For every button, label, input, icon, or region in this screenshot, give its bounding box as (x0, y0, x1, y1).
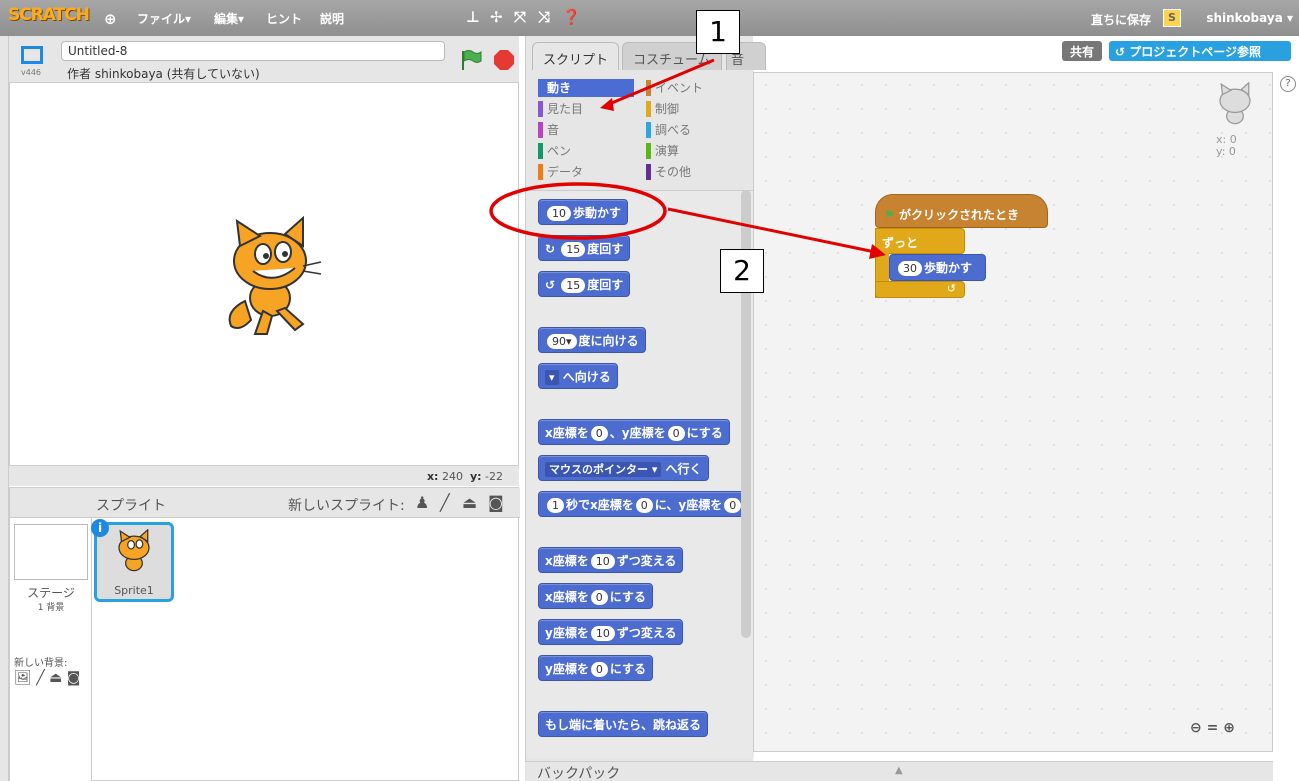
stage-canvas[interactable] (9, 82, 519, 466)
block-change-y[interactable]: y座標を 10 ずつ変える (538, 619, 684, 645)
backpack-bar[interactable]: バックパック ▲ (525, 761, 1273, 781)
scratch-logo[interactable]: SCRATCH (8, 5, 90, 25)
cat-thumb-icon (118, 529, 150, 572)
camera-sprite-icon[interactable]: ◙ (488, 493, 504, 512)
save-now-button[interactable]: 直ちに保存 (1091, 11, 1151, 28)
project-page-icon: ↺ (1115, 45, 1130, 59)
sprites-title: スプライト (96, 498, 166, 514)
annotation-2: 2 (720, 249, 764, 293)
username-menu[interactable]: shinkobaya ▾ (1206, 11, 1293, 25)
block-move-steps-script[interactable]: 30 歩動かす (889, 254, 986, 281)
category-events[interactable]: イベント (646, 79, 742, 97)
coord-x: 240 (441, 470, 463, 483)
block-goto-xy[interactable]: x座標を 0 、y座標を 0 にする (538, 419, 730, 445)
shrink-icon[interactable]: ⤨ (538, 8, 550, 26)
category-sensing[interactable]: 調べる (646, 121, 742, 139)
loop-arrow-icon: ↺ (875, 281, 965, 298)
duplicate-icon[interactable]: ⊥ (466, 8, 480, 26)
new-backdrop-label: 新しい背景: (14, 658, 68, 669)
sprite-position: x: 0 y: 0 (1216, 133, 1237, 158)
menubar: SCRATCH ⊕ ファイル▾ 編集▾ ヒント 説明 ⊥ ✢ ⤧ ⤨ ❓ 直ちに… (0, 0, 1299, 36)
current-sprite-icon (1219, 82, 1251, 125)
block-change-x[interactable]: x座標を 10 ずつ変える (538, 547, 684, 573)
paint-sprite-icon[interactable]: ╱ (440, 493, 450, 512)
left-edge (0, 36, 9, 781)
project-page-button[interactable]: ↺ プロジェクトページ参照 (1109, 41, 1291, 61)
menu-about[interactable]: 説明 (320, 10, 344, 27)
category-looks[interactable]: 見た目 (538, 100, 634, 118)
category-sound[interactable]: 音 (538, 121, 634, 139)
globe-icon[interactable]: ⊕ (104, 10, 117, 28)
backpack-label: バックパック (537, 766, 621, 781)
sprite1-thumbnail[interactable]: i Sprite1 (91, 519, 174, 602)
block-glide[interactable]: 1 秒でx座標を 0 に、y座標を 0 (538, 491, 751, 517)
block-goto-mouse[interactable]: マウスのポインター ▾ へ行く (538, 455, 709, 481)
zoom-reset-icon[interactable]: = (1207, 720, 1219, 736)
stage-label: ステージ (27, 586, 75, 600)
block-set-y[interactable]: y座標を 0 にする (538, 655, 653, 681)
sprite-pane: スプライト 新しいスプライト: ♟ ╱ ⏏ ◙ ステージ 1 背景 新しい背景:… (9, 487, 520, 781)
author-label: 作者 shinkobaya (共有していない) (67, 67, 260, 81)
stage-thumbnail[interactable] (14, 524, 88, 580)
share-button[interactable]: 共有 (1062, 41, 1103, 61)
annotation-1: 1 (696, 10, 740, 54)
new-backdrop-icons[interactable]: 🖼 ╱ ⏏ ◙ (14, 670, 80, 686)
towards-dropdown[interactable]: ▾ (545, 370, 559, 385)
category-data[interactable]: データ (538, 163, 634, 181)
help-icon[interactable]: ❓ (562, 8, 581, 26)
category-control[interactable]: 制御 (646, 100, 742, 118)
zoom-controls[interactable]: ⊖ = ⊕ (1190, 720, 1235, 736)
cat-sprite[interactable] (215, 216, 325, 336)
grow-icon[interactable]: ⤧ (514, 8, 526, 26)
stage-column: ステージ 1 背景 新しい背景: 🖼 ╱ ⏏ ◙ (10, 518, 92, 781)
cut-icon[interactable]: ✢ (490, 8, 503, 26)
user-avatar[interactable]: S (1163, 9, 1181, 27)
green-flag-small-icon: ⚑ (884, 208, 895, 222)
sprite1-name: Sprite1 (114, 584, 154, 597)
block-set-x[interactable]: x座標を 0 にする (538, 583, 653, 609)
project-title-input[interactable]: Untitled-8 (61, 41, 445, 61)
menu-file[interactable]: ファイル▾ (137, 10, 191, 27)
block-turn-left[interactable]: ↺ 15 度回す (538, 271, 631, 297)
help-circle-icon[interactable]: ? (1280, 76, 1296, 92)
stage-header: v446 Untitled-8 作者 shinkobaya (共有していない) (9, 36, 519, 82)
expand-arrow-icon[interactable]: ▲ (895, 765, 903, 776)
category-motion[interactable]: 動き (538, 79, 634, 97)
mouse-coords: x: 240 y: -22 (9, 466, 519, 486)
zoom-in-icon[interactable]: ⊕ (1223, 720, 1235, 736)
tab-scripts[interactable]: スクリプト (532, 42, 620, 70)
category-more[interactable]: その他 (646, 163, 742, 181)
green-flag-icon[interactable] (459, 48, 483, 72)
upload-sprite-icon[interactable]: ⏏ (462, 493, 477, 512)
category-operators[interactable]: 演算 (646, 142, 742, 160)
script-area[interactable] (753, 72, 1273, 752)
block-point-direction[interactable]: 90▾ 度に向ける (538, 327, 646, 353)
menu-tips[interactable]: ヒント (266, 10, 302, 27)
stop-sign-icon[interactable] (493, 49, 515, 71)
presentation-mode-icon[interactable] (21, 46, 43, 64)
category-list: 動き イベント 見た目 制御 音 調べる ペン 演算 データ その他 (526, 70, 754, 190)
forever-label: ずっと (875, 228, 965, 254)
sprite-pane-header: スプライト 新しいスプライト: ♟ ╱ ⏏ ◙ (10, 488, 520, 518)
block-palette-area: スクリプト コスチューム 音 動き イベント 見た目 制御 音 調べる ペン 演… (525, 36, 766, 781)
sprite-library-icon[interactable]: ♟ (415, 493, 429, 512)
block-point-towards[interactable]: ▾ へ向ける (538, 363, 618, 389)
menu-edit[interactable]: 編集▾ (214, 10, 244, 27)
coord-y: -22 (485, 470, 503, 483)
category-pen[interactable]: ペン (538, 142, 634, 160)
block-move-steps[interactable]: 10 歩動かす (538, 199, 629, 225)
block-bounce[interactable]: もし端に着いたら、跳ね返る (538, 711, 709, 737)
version-label: v446 (21, 68, 42, 77)
stage-backdrops-count: 1 背景 (37, 603, 65, 613)
zoom-out-icon[interactable]: ⊖ (1190, 720, 1202, 736)
hat-block-when-flag-clicked[interactable]: ⚑ がクリックされたとき (875, 194, 1048, 228)
block-turn-right[interactable]: ↻ 15 度回す (538, 235, 631, 261)
new-sprite-label: 新しいスプライト: (288, 498, 405, 514)
info-icon[interactable]: i (91, 519, 109, 537)
